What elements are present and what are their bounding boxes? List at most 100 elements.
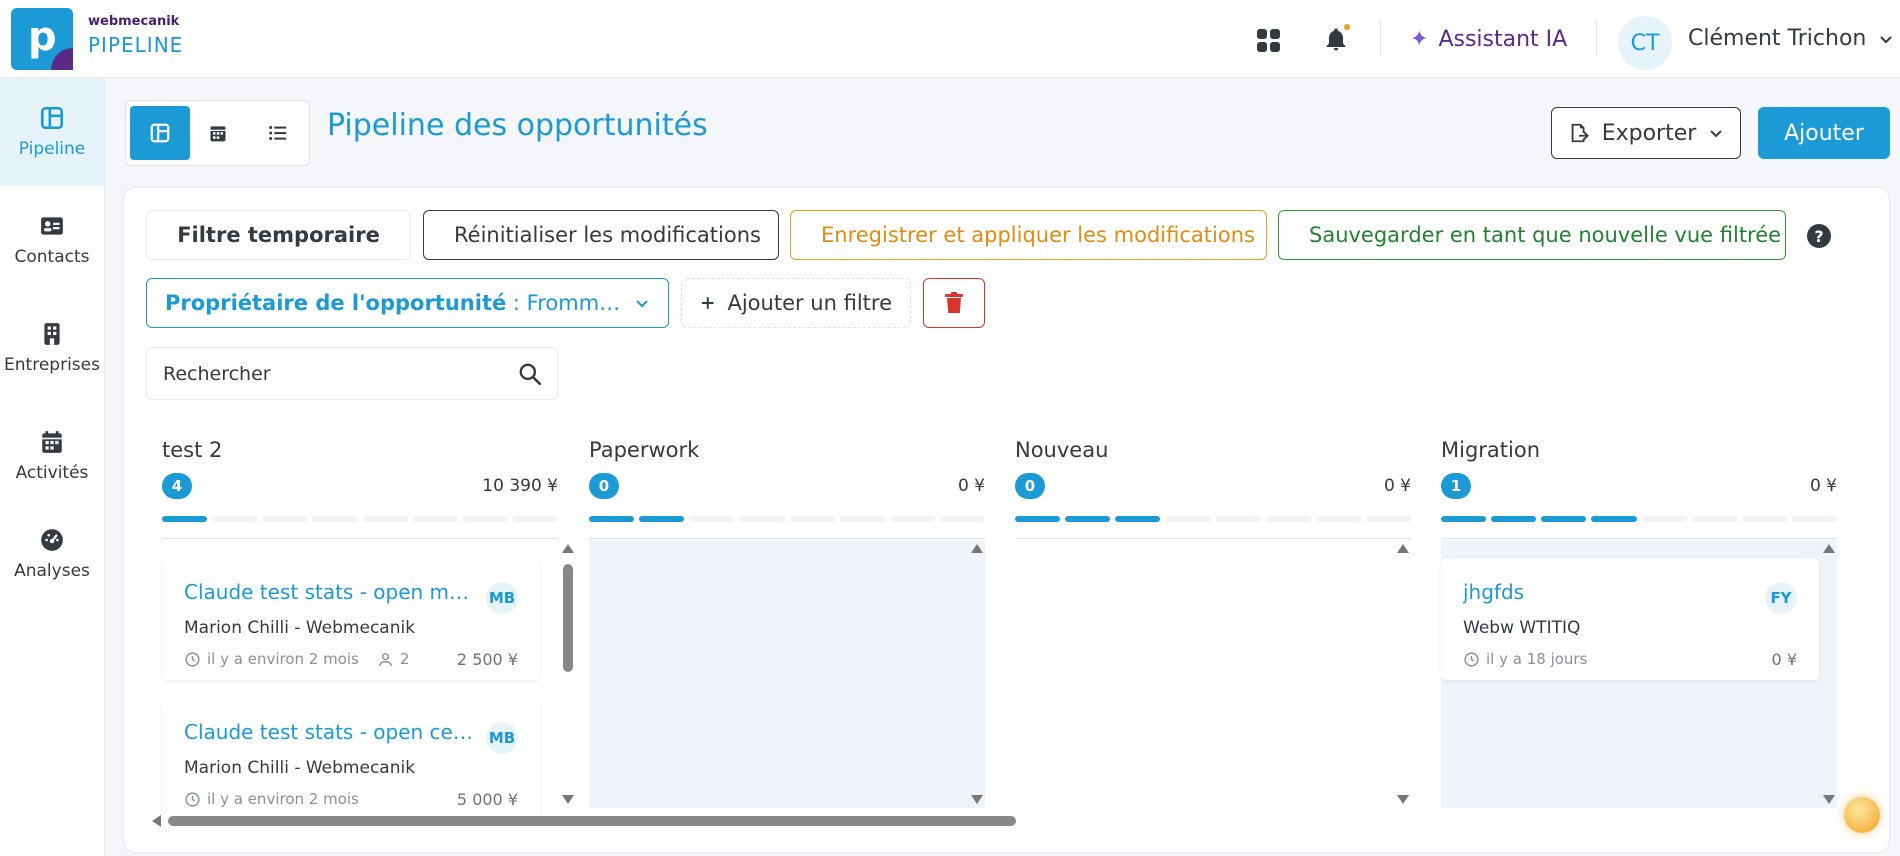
column-cards [571, 540, 985, 808]
opportunity-card[interactable]: jhgfds FY Webw WTITIQ il y a 18 jours 0 … [1441, 558, 1819, 680]
save-apply-changes-button[interactable]: Enregistrer et appliquer les modificatio… [790, 210, 1267, 260]
chevron-down-icon [636, 300, 648, 308]
stage-segment [1441, 516, 1487, 522]
stage-segment [1541, 516, 1587, 522]
kanban-icon [150, 123, 170, 143]
column-name: Paperwork [589, 438, 700, 462]
scroll-down-arrow[interactable] [1823, 795, 1835, 804]
stage-segment [689, 516, 735, 522]
stage-segment [412, 516, 458, 522]
stage-segment [639, 516, 685, 522]
plus-icon [701, 297, 714, 309]
column-name: Nouveau [1015, 438, 1109, 462]
scrollbar-thumb[interactable] [168, 816, 1016, 826]
opportunity-company: Marion Chilli - Webmecanik [184, 758, 416, 778]
opportunity-title[interactable]: Claude test stats - open ce ... [184, 720, 474, 744]
column-divider [589, 538, 985, 539]
page-title: Pipeline des opportunités [327, 108, 708, 143]
column-total: 0 ¥ [1809, 476, 1837, 496]
scroll-up-arrow[interactable] [1397, 544, 1409, 553]
search-icon[interactable] [517, 361, 543, 387]
column-name: test 2 [162, 438, 223, 462]
temporary-filter-dropdown[interactable]: Filtre temporaire [146, 210, 411, 260]
opportunity-amount: 0 ¥ [1771, 650, 1797, 669]
owner-avatar: MB [486, 722, 518, 754]
sidebar-item-entreprises[interactable]: Entreprises [0, 294, 104, 402]
gauge-icon [41, 529, 63, 551]
column-scrollbar[interactable] [1395, 540, 1411, 808]
scroll-up-arrow[interactable] [971, 544, 983, 553]
stage-segment [1215, 516, 1261, 522]
column-count-badge: 1 [1441, 473, 1471, 499]
owner-filter-chip[interactable]: Propriétaire de l'opportunité : Frommelt… [146, 278, 669, 328]
sidebar-item-label: Pipeline [18, 139, 86, 159]
top-header: p webmecanik PIPELINE ✦ Assistant IA CT … [0, 0, 1900, 78]
assistant-ia-button[interactable]: ✦ Assistant IA [1410, 25, 1567, 53]
user-menu[interactable]: Clément Trichon [1688, 26, 1894, 51]
scroll-down-arrow[interactable] [971, 795, 983, 804]
stage-segment [362, 516, 408, 522]
opportunity-age: il y a environ 2 mois [207, 650, 359, 668]
stage-segment [1641, 516, 1687, 522]
owner-filter-key: Propriétaire de l'opportunité [165, 291, 507, 315]
column-divider [162, 538, 558, 539]
save-new-view-label: Sauvegarder en tant que nouvelle vue fil… [1309, 223, 1782, 247]
opportunity-card[interactable]: Claude test stats - open ce ... MB Mario… [162, 698, 540, 820]
pipeline-icon [40, 106, 64, 130]
calendar-icon [210, 126, 226, 142]
sidebar-item-label: Contacts [14, 247, 90, 267]
column-count-badge: 0 [1015, 473, 1045, 499]
add-filter-button[interactable]: Ajouter un filtre [681, 278, 911, 328]
user-avatar[interactable]: CT [1618, 16, 1672, 70]
sidebar-item-analyses[interactable]: Analyses [0, 500, 104, 608]
help-icon[interactable]: ? [1807, 224, 1831, 248]
column-scrollbar[interactable] [1821, 540, 1837, 808]
contact-card-icon [41, 217, 63, 235]
reset-changes-label: Réinitialiser les modifications [454, 223, 761, 247]
opportunity-title[interactable]: jhgfds [1463, 580, 1753, 604]
sidebar-item-pipeline[interactable]: Pipeline [0, 78, 104, 186]
reset-changes-button[interactable]: Réinitialiser les modifications [423, 210, 779, 260]
kanban-view-button[interactable] [130, 106, 190, 160]
opportunity-title[interactable]: Claude test stats - open moi... [184, 580, 474, 604]
opportunity-meta: il y a environ 2 mois [184, 790, 359, 808]
sidebar-item-activites[interactable]: Activités [0, 402, 104, 510]
save-new-view-button[interactable]: Sauvegarder en tant que nouvelle vue fil… [1278, 210, 1786, 260]
stage-progress [589, 516, 985, 522]
search-input[interactable] [163, 360, 493, 388]
assistant-orb-icon[interactable] [1844, 797, 1880, 833]
stage-segment [1491, 516, 1537, 522]
column-total: 0 ¥ [1383, 476, 1411, 496]
column-scrollbar[interactable] [969, 540, 985, 808]
list-view-button[interactable] [248, 106, 308, 160]
export-button[interactable]: Exporter [1551, 107, 1741, 159]
opportunity-amount: 5 000 ¥ [456, 790, 518, 809]
column-header: Migration 1 0 ¥ [1441, 438, 1837, 539]
apps-grid-icon[interactable] [1255, 26, 1283, 54]
column-header: Nouveau 0 0 ¥ [1015, 438, 1411, 539]
assistant-label: Assistant IA [1438, 26, 1568, 52]
stage-segment [1065, 516, 1111, 522]
column-name: Migration [1441, 438, 1541, 462]
board-horizontal-scrollbar[interactable] [150, 814, 1870, 828]
sidebar-item-contacts[interactable]: Contacts [0, 186, 104, 294]
opportunity-meta: il y a environ 2 mois 2 [184, 650, 409, 668]
app-logo[interactable]: p [11, 8, 73, 70]
calendar-view-button[interactable] [188, 106, 248, 160]
column-header: test 2 4 10 390 ¥ [162, 438, 558, 539]
add-button[interactable]: Ajouter [1758, 107, 1890, 159]
column-cards: jhgfds FY Webw WTITIQ il y a 18 jours 0 … [1423, 540, 1837, 808]
opportunity-card[interactable]: Claude test stats - open moi... MB Mario… [162, 558, 540, 680]
opportunity-company: Webw WTITIQ [1463, 618, 1581, 638]
delete-filters-button[interactable] [923, 278, 985, 328]
stage-progress [1015, 516, 1411, 522]
scroll-up-arrow[interactable] [1823, 544, 1835, 553]
user-name: Clément Trichon [1688, 26, 1867, 51]
scroll-left-arrow[interactable] [152, 815, 161, 827]
building-icon [44, 323, 60, 345]
contacts-count: 2 [377, 650, 409, 668]
scroll-down-arrow[interactable] [1397, 795, 1409, 804]
stage-segment [1591, 516, 1637, 522]
clock-icon [185, 791, 200, 807]
stage-segment [312, 516, 358, 522]
